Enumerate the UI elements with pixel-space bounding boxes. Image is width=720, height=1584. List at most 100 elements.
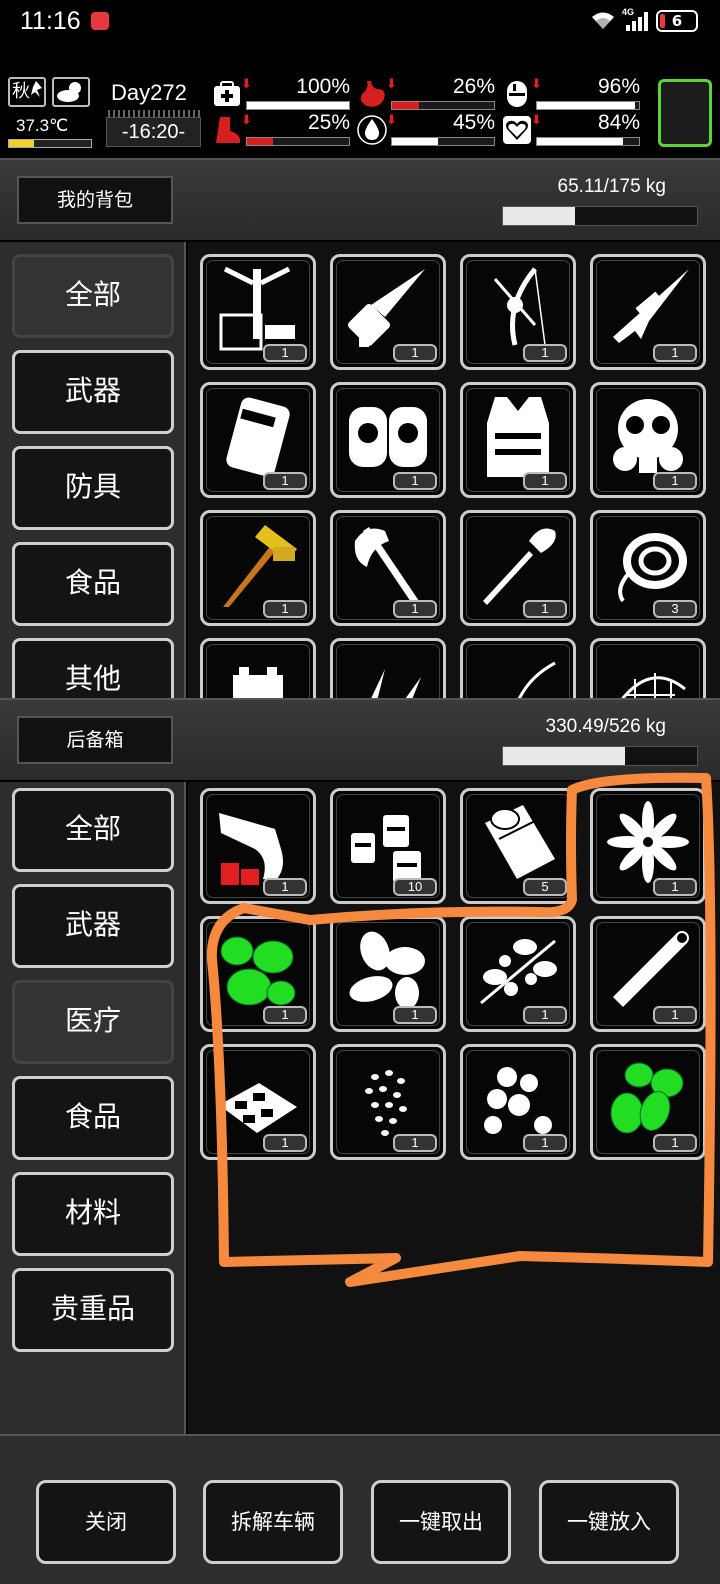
trunk-tab-valuables[interactable]: 贵重品 [12, 1268, 174, 1352]
green-herb-icon [220, 936, 296, 1006]
stat-bar [391, 101, 495, 110]
item-slot[interactable]: 1 [590, 1044, 706, 1160]
bipod-icon [219, 266, 295, 351]
rope-icon [618, 533, 687, 603]
item-count: 1 [393, 600, 437, 618]
item-slot[interactable]: 1 [460, 1044, 576, 1160]
battery-level: 6 [671, 12, 683, 30]
item-slot[interactable]: 1 [200, 788, 316, 904]
medkit-icon [214, 81, 240, 106]
sniper-rifle-icon [613, 269, 689, 343]
trunk-tab-medical[interactable]: 医疗 [12, 980, 174, 1064]
item-slot[interactable]: 1 [330, 510, 446, 626]
item-slot[interactable] [200, 638, 316, 698]
stat-bar [536, 101, 640, 110]
decrease-arrow-icon: ⬇ [531, 77, 542, 92]
item-count: 1 [263, 600, 307, 618]
season-label: 秋 [12, 81, 30, 102]
trunk-header: 后备箱 330.49/526 kg [0, 698, 720, 780]
item-slot[interactable]: 1 [330, 1044, 446, 1160]
item-slot[interactable]: 1 [330, 916, 446, 1032]
axe-icon [354, 527, 419, 605]
capsule-icon [507, 81, 527, 107]
item-slot[interactable]: 1 [460, 916, 576, 1032]
item-slot[interactable]: 1 [330, 254, 446, 370]
trunk-title: 后备箱 [17, 716, 173, 764]
take-all-button[interactable]: 一键取出 [371, 1480, 511, 1564]
item-slot[interactable]: 1 [330, 382, 446, 498]
item-slot[interactable] [330, 638, 446, 698]
backpack-tab-all[interactable]: 全部 [12, 254, 174, 338]
status-bar: 11:16 4G 6 [0, 0, 720, 46]
item-slot[interactable]: 3 [590, 510, 706, 626]
backpack-tab-food[interactable]: 食品 [12, 542, 174, 626]
item-count: 1 [653, 472, 697, 490]
item-count: 1 [523, 1006, 567, 1024]
bullets-icon [371, 669, 421, 698]
item-count: 1 [653, 1006, 697, 1024]
item-count: 1 [523, 600, 567, 618]
dried-slices-icon [219, 1083, 297, 1133]
star-anise-icon [607, 801, 689, 883]
item-count: 1 [653, 344, 697, 362]
put-all-button[interactable]: 一键放入 [539, 1480, 679, 1564]
item-slot[interactable]: 1 [590, 382, 706, 498]
trunk-tab-materials[interactable]: 材料 [12, 1172, 174, 1256]
item-slot[interactable]: 1 [460, 510, 576, 626]
temperature-label: 37.3℃ [16, 116, 69, 135]
decrease-arrow-icon: ⬇ [386, 77, 397, 92]
item-slot[interactable]: 1 [200, 254, 316, 370]
backpack-item-grid: 1 1 1 1 1 1 1 1 1 1 1 3 [188, 242, 720, 698]
stat-energy: ⬇ 96% [502, 75, 642, 113]
stat-hunger: ⬇ 26% [357, 75, 497, 113]
item-slot[interactable]: 1 [200, 916, 316, 1032]
item-count: 1 [523, 344, 567, 362]
backpack-tab-armor[interactable]: 防具 [12, 446, 174, 530]
item-slot[interactable]: 1 [200, 1044, 316, 1160]
stat-bar [391, 137, 495, 146]
item-slot[interactable] [460, 638, 576, 698]
decrease-arrow-icon: ⬇ [241, 113, 252, 128]
trunk-tab-food[interactable]: 食品 [12, 1076, 174, 1160]
close-button[interactable]: 关闭 [36, 1480, 176, 1564]
item-slot[interactable]: 1 [460, 382, 576, 498]
item-slot[interactable]: 1 [460, 254, 576, 370]
item-count: 1 [263, 344, 307, 362]
item-count: 1 [393, 344, 437, 362]
heart-icon [503, 116, 531, 144]
backpack-weight: 65.11/175 kg [557, 176, 666, 197]
stat-bar [246, 101, 350, 110]
trunk-tab-all[interactable]: 全部 [12, 788, 174, 872]
item-slot[interactable] [590, 638, 706, 698]
trunk-category-sidebar: 全部 武器 医疗 食品 材料 贵重品 [0, 782, 186, 1434]
stat-mood: ⬇ 84% [502, 111, 642, 149]
stat-value: 100% [296, 75, 350, 98]
item-slot[interactable]: 10 [330, 788, 446, 904]
backpack-weight-bar [502, 206, 698, 226]
trunk-tab-weapons[interactable]: 武器 [12, 884, 174, 968]
player-hud: 秋 37.3℃ Day272 -16:20- ⬇ 100% ⬇ 26% ⬇ 96… [0, 73, 720, 155]
item-count: 5 [523, 878, 567, 896]
dismantle-vehicle-button[interactable]: 拆解车辆 [203, 1480, 343, 1564]
backpack-tab-weapons[interactable]: 武器 [12, 350, 174, 434]
cloudy-sun-icon [57, 82, 81, 102]
decrease-arrow-icon: ⬇ [241, 77, 252, 92]
item-slot[interactable]: 1 [200, 382, 316, 498]
weather-badge [52, 77, 90, 107]
item-slot[interactable]: 1 [590, 254, 706, 370]
berry-branch-icon [480, 939, 557, 1005]
item-count: 1 [653, 878, 697, 896]
equipped-slot[interactable] [658, 79, 712, 147]
item-slot[interactable]: 5 [460, 788, 576, 904]
item-slot[interactable]: 1 [590, 788, 706, 904]
item-count: 1 [393, 472, 437, 490]
decrease-arrow-icon: ⬇ [386, 113, 397, 128]
item-count: 1 [393, 1134, 437, 1152]
backpack-category-sidebar: 全部 武器 防具 食品 其他 [0, 242, 186, 698]
stat-bar [536, 137, 640, 146]
backpack-tab-other[interactable]: 其他 [12, 638, 174, 698]
item-slot[interactable]: 1 [590, 916, 706, 1032]
pill-bottles-icon [351, 815, 421, 883]
body-armor-icon [487, 397, 549, 477]
item-slot[interactable]: 1 [200, 510, 316, 626]
